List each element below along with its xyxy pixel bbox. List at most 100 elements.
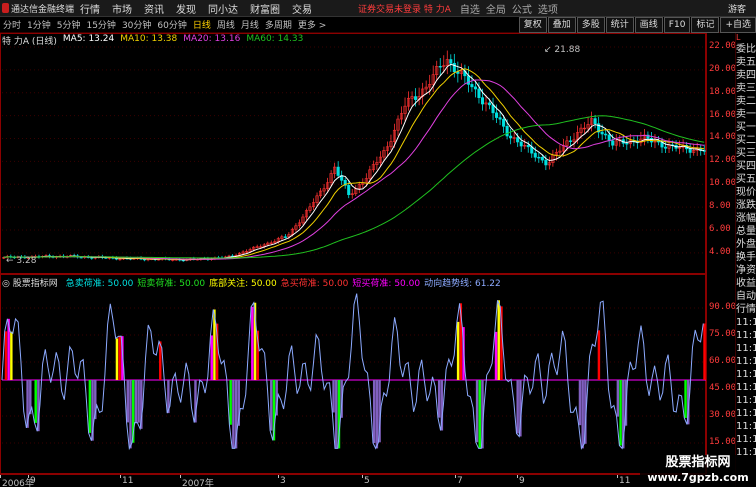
indicator-bar-up [456,321,460,380]
date-tick-mark [278,475,279,478]
side-panel-item[interactable]: 买一 [736,121,756,134]
indicator-bar-down [372,380,376,444]
candle-body [283,236,287,238]
price-tick: 10.00 [709,178,737,189]
indicator-bar-up [118,336,121,380]
candle-body [438,66,442,68]
candle-body [593,118,597,124]
low-price-value: 3.28 [16,256,37,266]
side-panel-item[interactable]: 卖二 [736,95,756,108]
watermark: 股票指标网 www.7gpzb.com [640,455,756,487]
side-panel-item[interactable]: 买二 [736,134,756,147]
candle-body [526,145,530,148]
side-panel-item[interactable]: 买五 [736,173,756,186]
price-tick: 14.00 [709,132,737,143]
date-tick-mark [0,475,1,478]
candle-body [477,88,481,98]
candle-body [540,156,544,161]
indicator-value-1: 短卖荷准: 50.00 [137,279,206,289]
indicator-bar-up [597,330,601,380]
date-tick: 2007年 [182,479,214,487]
side-panel-item[interactable]: 外盘 [736,238,756,251]
date-axis: 2006年 9 11 2007年 3 5 7 9 11 [0,474,706,487]
indicator-bar-down [581,380,584,449]
candle-body [600,131,604,135]
side-panel-item[interactable]: 买三 [736,147,756,160]
side-panel-item[interactable]: 卖三 [736,82,756,95]
indicator-tick: 15.00 [709,437,737,447]
candle-body [470,84,474,88]
indicator-bar-down [619,380,622,446]
date-tick: 7 [457,476,463,486]
side-panel-item[interactable]: 买四 [736,160,756,173]
side-panel-item[interactable]: 总量 [736,225,756,238]
side-panel-item[interactable]: 净资 [736,264,756,277]
candle-body [537,156,541,159]
side-panel-item[interactable]: 换手 [736,251,756,264]
indicator-bar-down [270,380,273,431]
chart-canvas[interactable] [0,0,735,474]
date-tick: 11 [619,476,631,486]
side-panel-marker: L [736,33,741,42]
price-tick: 18.00 [709,86,737,97]
side-panel-item[interactable]: 涨幅 [736,212,756,225]
indicator-bar-down [332,380,335,413]
side-panel-item[interactable]: 收益 [736,277,756,290]
candle-body [688,148,692,153]
candle-body [568,140,573,142]
indicator-bar-down [229,380,232,425]
watermark-title: 股票指标网 [665,455,731,470]
indicator-tick: 30.00 [709,410,737,420]
indicator-bar-up [494,331,498,380]
side-panel-item[interactable]: 涨跌 [736,199,756,212]
date-tick: 5 [364,476,370,486]
date-tick: 9 [30,476,36,486]
indicator-bar-down [232,380,235,449]
indicator-value-2: 底部关注: 50.00 [209,279,277,289]
date-tick-mark [120,475,121,478]
side-panel-item[interactable]: 11:1 [736,316,756,329]
indicator-bar-down [134,380,138,423]
side-panel-item[interactable]: 卖五 [736,56,756,69]
candle-body [604,133,608,136]
indicator-bar-down [88,380,92,433]
side-panel-item[interactable]: 11:1 [736,433,756,446]
side-panel-item[interactable]: 11:1 [736,329,756,342]
candle-body [505,126,509,137]
date-tick-mark [455,475,456,478]
ma5-line [3,63,705,261]
indicator-bar-down [516,380,519,434]
side-panel-item[interactable]: 11:1 [736,394,756,407]
side-panel-item[interactable]: 11:1 [736,355,756,368]
quote-side-panel: L 委比 卖五 卖四 卖三 卖二 卖一 买一 买二 买三 买四 买五 现价 涨跌 涨幅 总量 外盘 换手 净资 收益… [735,33,756,487]
candle-body [663,146,668,149]
side-panel-item[interactable]: 11:1 [736,407,756,420]
high-price-marker: ↙ 21.88 [544,45,581,55]
indicator-title[interactable]: ◎ 股票指标网 [2,276,62,289]
candle-body [544,159,548,166]
side-panel-item[interactable]: 11:1 [736,368,756,381]
side-panel-item[interactable]: 卖一 [736,108,756,121]
candle-body [487,102,492,106]
candle-body [509,135,513,139]
side-panel-item[interactable]: 11:1 [736,381,756,394]
side-panel-item[interactable]: 自动 [736,290,756,303]
date-tick: 9 [519,476,525,486]
candle-body [498,117,502,120]
candle-body [502,118,506,127]
indicator-bar-down [34,380,37,423]
indicator-tick: 75.00 [709,329,737,339]
side-panel-item[interactable]: 卖四 [736,69,756,82]
side-panel-item[interactable]: 委比 [736,43,756,56]
candle-body [449,59,453,64]
indicator-bar-down [375,380,379,449]
indicator-bar-down [437,380,441,418]
side-panel-item[interactable]: 11:1 [736,342,756,355]
side-panel-item[interactable]: 行情 [736,303,756,316]
side-panel-item[interactable]: 现价 [736,186,756,199]
price-tick: 4.00 [709,246,731,257]
date-tick-mark [517,475,518,478]
side-panel-item[interactable]: 11:1 [736,420,756,433]
candle-body [611,140,615,146]
candle-body [414,96,418,100]
